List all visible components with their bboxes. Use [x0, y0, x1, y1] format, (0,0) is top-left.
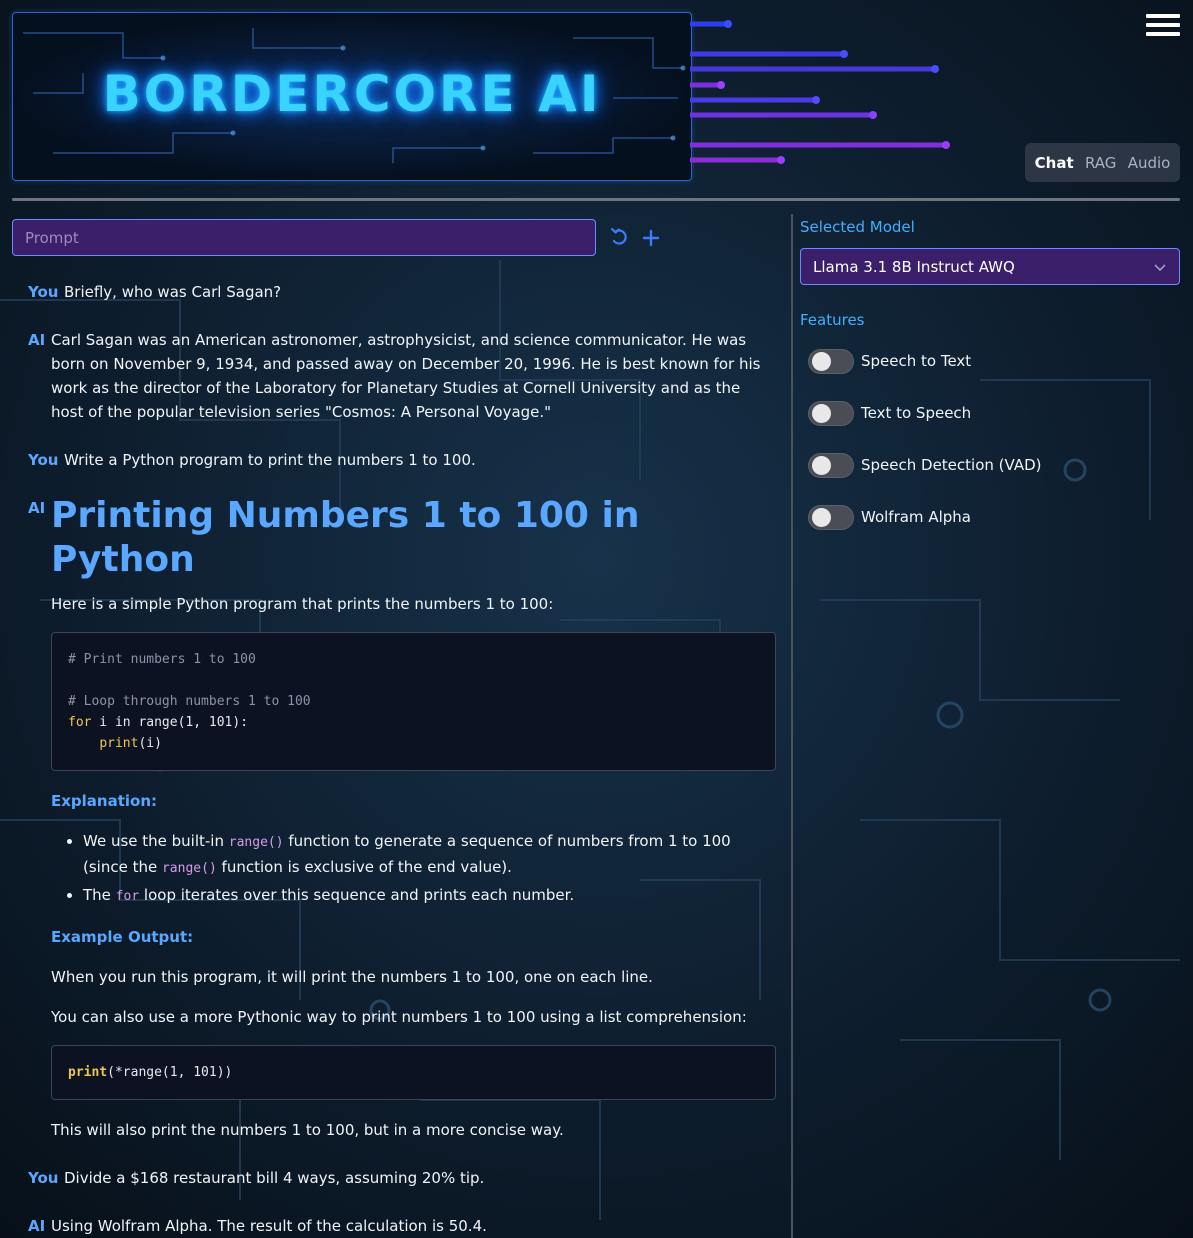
- feature-wolfram-alpha: Wolfram Alpha: [800, 491, 1180, 543]
- chat-history: You Briefly, who was Carl Sagan? AI Carl…: [28, 280, 776, 1238]
- chat-message-user: You Briefly, who was Carl Sagan?: [28, 280, 776, 304]
- paragraph: When you run this program, it will print…: [51, 968, 653, 986]
- reset-icon[interactable]: [610, 226, 630, 248]
- chat-message-user: You Divide a $168 restaurant bill 4 ways…: [28, 1166, 776, 1190]
- response-intro: Here is a simple Python program that pri…: [51, 595, 554, 613]
- model-select[interactable]: Llama 3.1 8B Instruct AWQ: [800, 248, 1180, 285]
- user-role-label: You: [28, 283, 59, 301]
- message-text: Briefly, who was Carl Sagan?: [64, 283, 282, 301]
- tab-chat[interactable]: Chat: [1035, 154, 1074, 172]
- settings-panel: Selected Model Llama 3.1 8B Instruct AWQ…: [800, 218, 1180, 543]
- feature-speech-to-text: Speech to Text: [800, 335, 1180, 387]
- example-output-heading: Example Output:: [51, 928, 194, 946]
- user-role-label: You: [28, 451, 59, 469]
- message-text: Write a Python program to print the numb…: [64, 451, 476, 469]
- ai-role-label: AI: [28, 1217, 46, 1235]
- panel-divider: [791, 214, 793, 1238]
- chat-message-ai: AI Using Wolfram Alpha. The result of th…: [28, 1214, 776, 1238]
- code-block[interactable]: # Print numbers 1 to 100 # Loop through …: [51, 632, 776, 771]
- ai-role-label: AI: [28, 331, 46, 349]
- text-to-speech-toggle[interactable]: [808, 400, 854, 426]
- feature-label: Wolfram Alpha: [861, 508, 971, 526]
- explanation-list: We use the built-in range() function to …: [83, 829, 776, 909]
- explanation-heading: Explanation:: [51, 792, 158, 810]
- paragraph: This will also print the numbers 1 to 10…: [51, 1121, 564, 1139]
- speech-detection-toggle[interactable]: [808, 452, 854, 478]
- feature-label: Text to Speech: [861, 404, 972, 422]
- message-text: Using Wolfram Alpha. The result of the c…: [51, 1217, 487, 1235]
- list-item: We use the built-in range() function to …: [83, 829, 776, 881]
- code-block[interactable]: print(*range(1, 101)): [51, 1045, 776, 1100]
- feature-text-to-speech: Text to Speech: [800, 387, 1180, 439]
- tab-audio[interactable]: Audio: [1128, 154, 1171, 172]
- features-label: Features: [800, 311, 865, 329]
- header-divider: [12, 198, 1180, 201]
- response-heading: Printing Numbers 1 to 100 in Python: [51, 495, 640, 580]
- chat-message-ai: AI Printing Numbers 1 to 100 in Python H…: [28, 495, 776, 1142]
- feature-label: Speech Detection (VAD): [861, 456, 1042, 474]
- message-text: Divide a $168 restaurant bill 4 ways, as…: [64, 1169, 485, 1187]
- selected-model-label: Selected Model: [800, 218, 915, 236]
- chat-message-ai: AI Carl Sagan was an American astronomer…: [28, 328, 776, 424]
- tab-rag[interactable]: RAG: [1085, 154, 1116, 172]
- feature-speech-detection: Speech Detection (VAD): [800, 439, 1180, 491]
- user-role-label: You: [28, 1169, 59, 1187]
- app-banner-logo: BORDERCORE AI: [12, 12, 692, 181]
- banner-title: BORDERCORE AI: [102, 65, 602, 123]
- ai-role-label: AI: [28, 499, 46, 517]
- chevron-down-icon: [1154, 264, 1166, 272]
- chat-message-user: You Write a Python program to print the …: [28, 448, 776, 472]
- feature-label: Speech to Text: [861, 352, 972, 370]
- wolfram-alpha-toggle[interactable]: [808, 504, 854, 530]
- prompt-input[interactable]: [12, 219, 596, 256]
- plus-icon[interactable]: [641, 226, 661, 248]
- speech-to-text-toggle[interactable]: [808, 348, 854, 374]
- message-text: Carl Sagan was an American astronomer, a…: [51, 331, 761, 421]
- mode-tabs: Chat RAG Audio: [1025, 143, 1180, 182]
- neon-streaks-decoration: [690, 20, 950, 164]
- model-select-value: Llama 3.1 8B Instruct AWQ: [813, 257, 1015, 276]
- paragraph: You can also use a more Pythonic way to …: [51, 1008, 747, 1026]
- hamburger-menu-icon[interactable]: [1146, 14, 1180, 38]
- list-item: The for loop iterates over this sequence…: [83, 883, 776, 909]
